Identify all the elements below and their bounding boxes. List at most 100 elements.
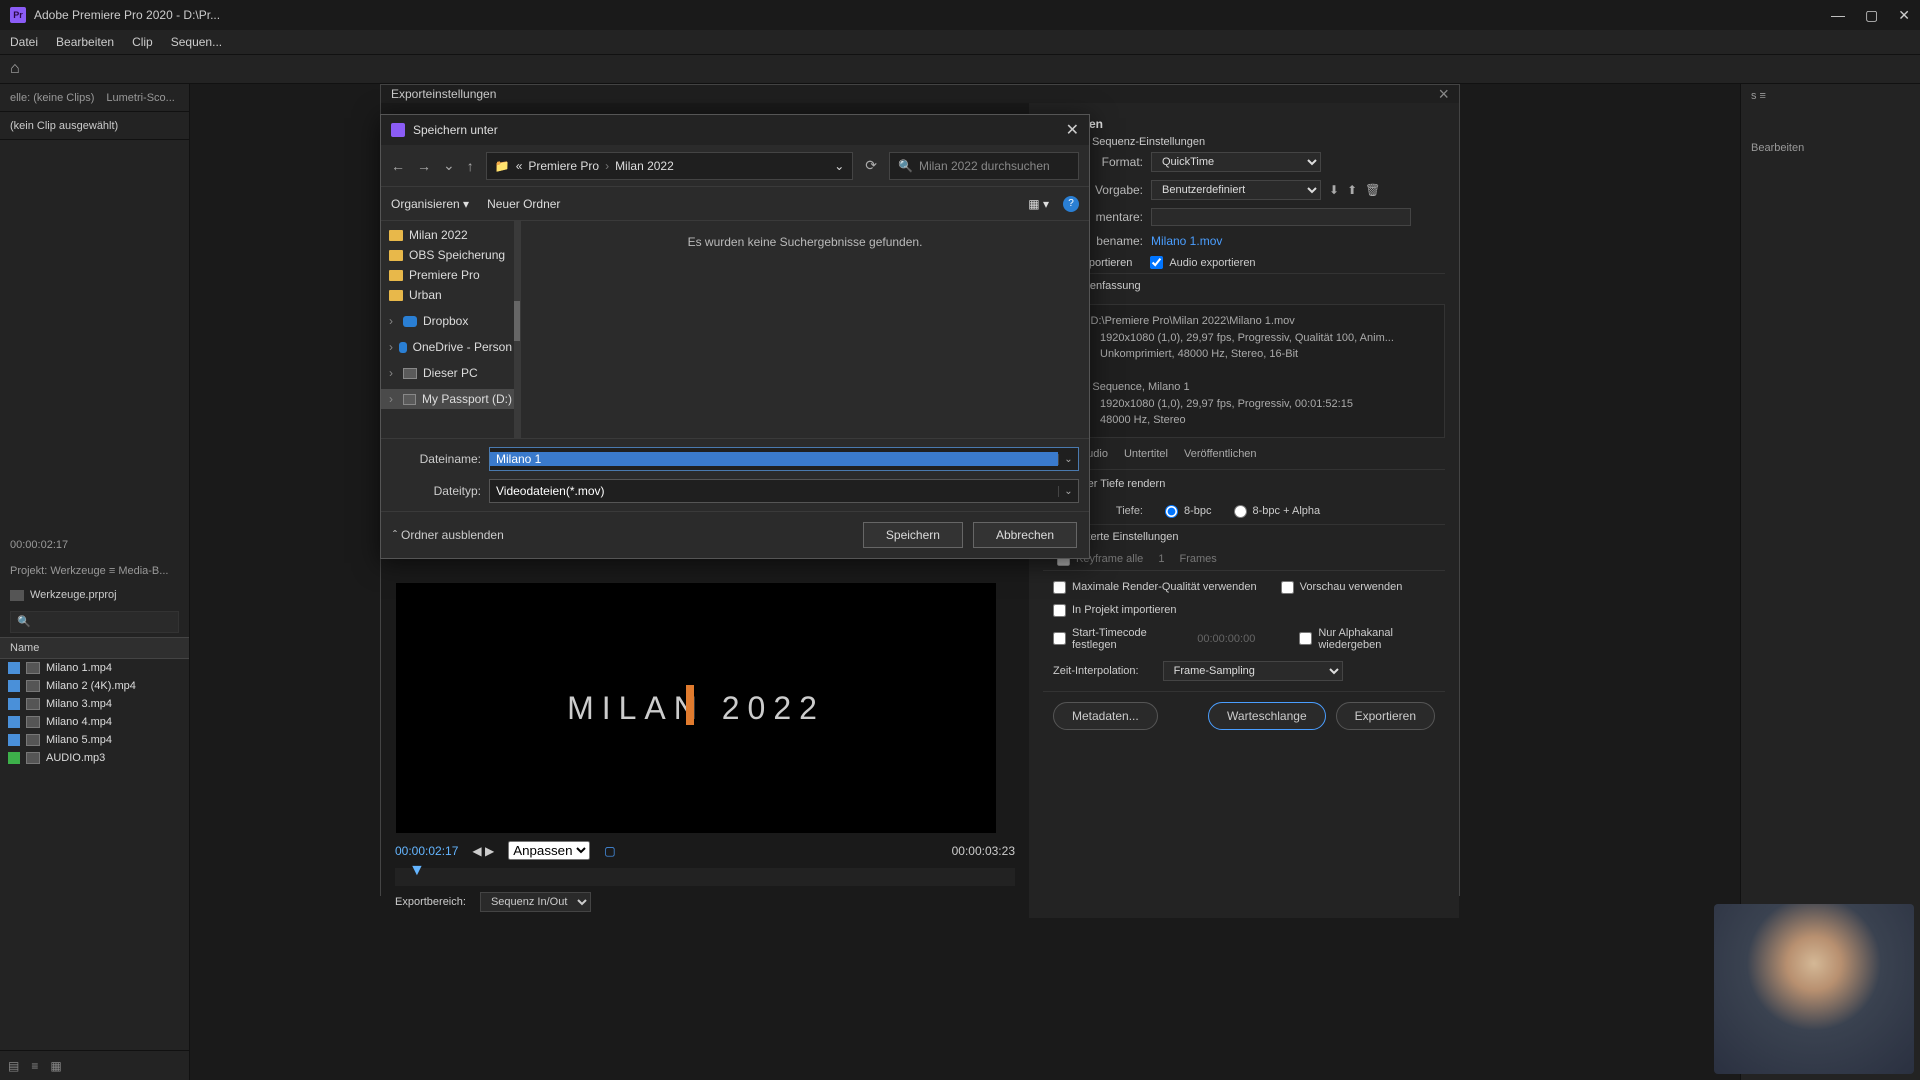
save-preset-icon[interactable]: ⬇ [1329,183,1339,197]
export-dialog-title: Exporteinstellungen [391,87,496,101]
nav-up-icon[interactable]: ↑ [467,158,474,174]
export-preview: MILAN 2022 [396,583,996,833]
organize-menu[interactable]: Organisieren ▾ [391,197,469,211]
comments-input[interactable] [1151,208,1411,226]
export-audio-checkbox[interactable] [1150,256,1163,269]
export-settings-heading: stellungen [1043,111,1445,135]
output-name-link[interactable]: Milano 1.mov [1151,234,1222,248]
menu-file[interactable]: Datei [10,35,38,49]
filetype-label: Dateityp: [391,484,481,498]
list-view-icon[interactable]: ≡ [31,1059,38,1073]
breadcrumb[interactable]: 📁 « Premiere Pro › Milan 2022 ⌄ [486,152,854,180]
preview-cursor [686,685,694,725]
source-panel-tabs: elle: (keine Clips) Lumetri-Sco... [0,84,189,112]
alpha-only-checkbox[interactable] [1299,632,1312,645]
filetype-select[interactable] [490,484,1058,498]
icon-view-icon[interactable]: ▦ [50,1059,61,1073]
list-item[interactable]: Milano 3.mp4 [0,695,189,713]
save-as-dialog: Speichern unter ✕ ← → ⌄ ↑ 📁 « Premiere P… [380,114,1090,559]
depth-8bpc-radio[interactable] [1165,505,1178,518]
new-folder-button[interactable]: Neuer Ordner [487,197,560,211]
premiere-icon: Pr [10,7,26,23]
summary-heading[interactable]: ▼ sammenfassung [1043,273,1445,298]
metadata-button[interactable]: Metadaten... [1053,702,1158,730]
import-preset-icon[interactable]: ⬆ [1347,183,1357,197]
list-item[interactable]: Milano 4.mp4 [0,713,189,731]
nav-forward-icon[interactable]: → [417,158,431,174]
format-select[interactable]: QuickTime [1151,152,1321,172]
import-project-checkbox[interactable] [1053,604,1066,617]
tab-captions[interactable]: Untertitel [1124,448,1168,465]
preset-select[interactable]: Benutzerdefiniert [1151,180,1321,200]
home-icon[interactable]: ⌂ [10,60,20,78]
start-timecode-checkbox[interactable] [1053,632,1066,645]
source-tab[interactable]: elle: (keine Clips) [10,92,94,104]
tree-item[interactable]: Urban [381,285,520,305]
preview-tc-right: 00:00:03:23 [952,844,1015,858]
close-button[interactable]: ✕ [1898,7,1910,24]
bin-column-name[interactable]: Name [0,637,189,659]
list-item[interactable]: Milano 1.mp4 [0,659,189,677]
workspace-toolbar: ⌂ [0,54,1920,84]
tree-item[interactable]: ›OneDrive - Person [381,337,520,357]
menu-edit[interactable]: Bearbeiten [56,35,114,49]
chevron-down-icon[interactable]: ⌄ [834,159,844,173]
tree-item[interactable]: Milan 2022 [381,225,520,245]
delete-preset-icon[interactable]: 🗑 [1365,183,1380,197]
list-item[interactable]: Milano 2 (4K).mp4 [0,677,189,695]
use-previews-checkbox[interactable] [1281,581,1294,594]
save-as-close-button[interactable]: ✕ [1066,120,1079,140]
folder-search[interactable]: 🔍 Milan 2022 durchsuchen [889,152,1079,180]
app-titlebar: Pr Adobe Premiere Pro 2020 - D:\Pr... — … [0,0,1920,30]
queue-button[interactable]: Warteschlange [1208,702,1326,730]
list-item[interactable]: Milano 5.mp4 [0,731,189,749]
save-button[interactable]: Speichern [863,522,963,548]
export-range-select[interactable]: Sequenz In/Out [480,892,591,912]
hide-folders-toggle[interactable]: ˆ Ordner ausblenden [393,528,504,542]
new-item-icon[interactable]: ▤ [8,1059,19,1073]
advanced-heading[interactable]: ▼ Erweiterte Einstellungen [1043,524,1445,549]
help-icon[interactable]: ? [1063,196,1079,212]
tree-item[interactable]: ›My Passport (D:) [381,389,520,409]
save-as-title: Speichern unter [413,123,498,137]
source-timecode: 00:00:02:17 [0,531,189,559]
view-mode-icon[interactable]: ▦ ▾ [1028,197,1049,211]
project-bin-list: Milano 1.mp4 Milano 2 (4K).mp4 Milano 3.… [0,659,189,1050]
aspect-icon[interactable]: ▢ [604,844,615,858]
list-item[interactable]: AUDIO.mp3 [0,749,189,767]
max-render-quality-checkbox[interactable] [1053,581,1066,594]
nav-back-icon[interactable]: ← [391,158,405,174]
nav-recent-icon[interactable]: ⌄ [443,157,455,174]
time-interpolation-select[interactable]: Frame-Sampling [1163,661,1343,681]
tab-publish[interactable]: Veröffentlichen [1184,448,1257,465]
minimize-button[interactable]: — [1831,7,1845,24]
tree-item[interactable]: ›Dieser PC [381,363,520,383]
playhead-icon[interactable]: ▼ [409,862,425,880]
lumetri-tab[interactable]: Lumetri-Sco... [106,92,174,104]
app-title: Adobe Premiere Pro 2020 - D:\Pr... [34,8,220,22]
folder-tree: Milan 2022 OBS Speicherung Premiere Pro … [381,221,521,438]
tree-item[interactable]: ›Dropbox [381,311,520,331]
source-empty-label: (kein Clip ausgewählt) [0,112,189,140]
preview-fit-select[interactable]: Anpassen [508,841,590,860]
filetype-dropdown-arrow[interactable]: ⌄ [1058,486,1078,497]
export-summary: sgabe: D:\Premiere Pro\Milan 2022\Milano… [1043,304,1445,438]
tree-item[interactable]: Premiere Pro [381,265,520,285]
refresh-icon[interactable]: ⟳ [865,157,877,174]
export-button[interactable]: Exportieren [1336,702,1435,730]
project-tools-row: ▤ ≡ ▦ [0,1050,189,1080]
cancel-button[interactable]: Abbrechen [973,522,1077,548]
project-panel-tabs[interactable]: Projekt: Werkzeuge ≡ Media-B... [0,559,189,583]
filename-input[interactable] [490,452,1058,466]
tree-item[interactable]: OBS Speicherung [381,245,520,265]
export-close-button[interactable]: × [1438,85,1449,103]
tree-scroll-thumb[interactable] [514,301,520,341]
project-search-input[interactable] [10,611,179,633]
menu-bar: Datei Bearbeiten Clip Sequen... [0,30,1920,54]
menu-sequence[interactable]: Sequen... [171,35,222,49]
depth-8bpc-alpha-radio[interactable] [1234,505,1247,518]
menu-clip[interactable]: Clip [132,35,153,49]
preview-tc-left: 00:00:02:17 [395,844,458,858]
maximize-button[interactable]: ▢ [1865,7,1878,24]
filename-history-dropdown[interactable]: ⌄ [1058,454,1078,465]
